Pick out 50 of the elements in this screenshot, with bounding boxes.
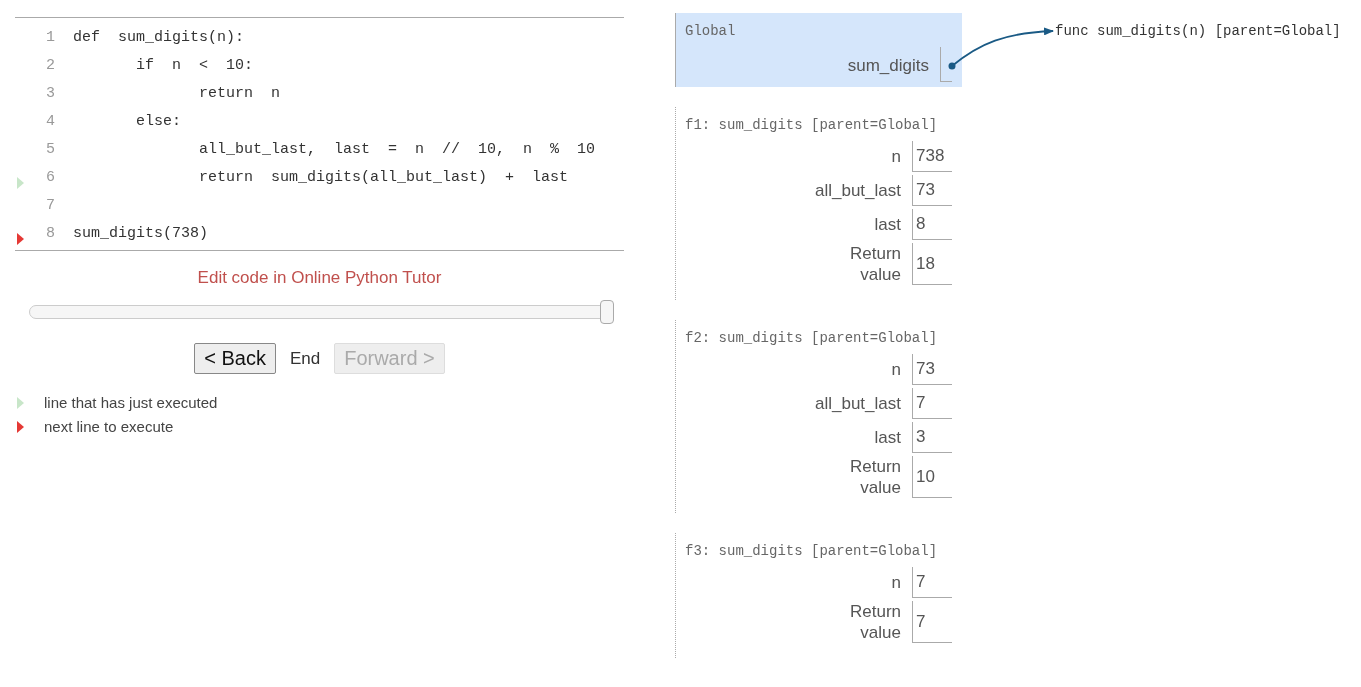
frame-title: f1: sum_digits [parent=Global] [685, 117, 939, 133]
line-number: 8 [45, 224, 55, 242]
variable-name: n [891, 146, 902, 167]
frame-title: f2: sum_digits [parent=Global] [685, 330, 939, 346]
code-line: all_but_last, last = n // 10, n % 10 [198, 140, 596, 158]
variable-name: last [874, 214, 902, 235]
variable-value: 73 [912, 175, 952, 206]
variable-name: sum_digits [847, 55, 930, 76]
line-number: 6 [45, 168, 55, 186]
code-line: if n < 10: [135, 56, 254, 74]
edit-code-link[interactable]: Edit code in Online Python Tutor [197, 268, 442, 288]
variable-value: 7 [912, 388, 952, 419]
line-number: 3 [45, 84, 55, 102]
variable-value: 7 [912, 601, 952, 643]
back-button[interactable]: < Back [194, 343, 276, 374]
line-number: 5 [45, 140, 55, 158]
variable-value: 8 [912, 209, 952, 240]
variable-value: 73 [912, 354, 952, 385]
line-number: 2 [45, 56, 55, 74]
legend-text: next line to execute [44, 418, 174, 435]
variable-value: 3 [912, 422, 952, 453]
variable-name: all_but_last [814, 393, 902, 414]
legend-arrow-icon [17, 396, 24, 409]
variable-value: 10 [912, 456, 952, 498]
frame-title: Global [685, 23, 737, 39]
frame-title: f3: sum_digits [parent=Global] [685, 543, 939, 559]
legend-arrow-icon [17, 420, 24, 433]
code-line: def sum_digits(n): [73, 28, 245, 46]
code-line: else: [135, 112, 182, 130]
variable-name: last [874, 427, 902, 448]
step-status: End [289, 348, 321, 369]
variable-name: n [891, 359, 902, 380]
variable-name: n [891, 572, 902, 593]
variable-value: 738 [912, 141, 952, 172]
code-line: sum_digits(738) [73, 224, 209, 242]
variable-value: 18 [912, 243, 952, 285]
variable-name: Return value [848, 601, 902, 643]
code-line: return sum_digits(all_but_last) + last [198, 168, 569, 186]
line-number: 7 [45, 196, 55, 214]
legend-text: line that has just executed [44, 394, 218, 411]
code-line: return n [198, 84, 281, 102]
variable-value: 7 [912, 567, 952, 598]
variable-name: all_but_last [814, 180, 902, 201]
variable-name: Return value [848, 243, 902, 285]
function-object: func sum_digits(n) [parent=Global] [1055, 23, 1341, 39]
step-slider[interactable] [29, 300, 614, 324]
slider-thumb[interactable] [600, 300, 614, 324]
variable-name: Return value [848, 456, 902, 498]
line-number: 1 [45, 28, 55, 46]
line-number: 4 [45, 112, 55, 130]
